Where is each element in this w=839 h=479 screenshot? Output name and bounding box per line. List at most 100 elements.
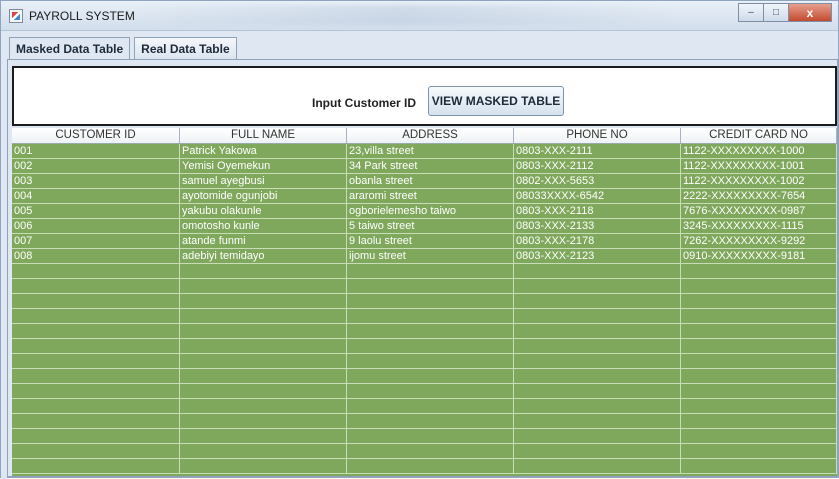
cell-full-name[interactable]: adebiyi temidayo (180, 249, 347, 263)
cell-full-name[interactable]: samuel ayegbusi (180, 174, 347, 188)
cell-customer-id[interactable]: 006 (12, 219, 180, 233)
cell-credit-card-no[interactable] (681, 354, 837, 368)
column-header-customer-id[interactable]: CUSTOMER ID (12, 128, 180, 143)
cell-credit-card-no[interactable]: 2222-XXXXXXXXX-7654 (681, 189, 837, 203)
cell-address[interactable] (347, 369, 514, 383)
empty-table-row[interactable] (12, 324, 837, 339)
cell-customer-id[interactable] (12, 429, 180, 443)
cell-phone-no[interactable]: 0803-XXX-2178 (514, 234, 681, 248)
cell-full-name[interactable] (180, 444, 347, 458)
cell-customer-id[interactable] (12, 369, 180, 383)
cell-credit-card-no[interactable] (681, 339, 837, 353)
empty-table-row[interactable] (12, 279, 837, 294)
cell-address[interactable] (347, 414, 514, 428)
cell-credit-card-no[interactable] (681, 294, 837, 308)
cell-customer-id[interactable] (12, 459, 180, 473)
cell-phone-no[interactable] (514, 429, 681, 443)
cell-phone-no[interactable] (514, 444, 681, 458)
cell-full-name[interactable] (180, 414, 347, 428)
cell-credit-card-no[interactable]: 1122-XXXXXXXXX-1002 (681, 174, 837, 188)
cell-full-name[interactable]: Yemisi Oyemekun (180, 159, 347, 173)
cell-address[interactable] (347, 309, 514, 323)
cell-full-name[interactable]: omotosho kunle (180, 219, 347, 233)
cell-phone-no[interactable] (514, 384, 681, 398)
cell-credit-card-no[interactable] (681, 369, 837, 383)
cell-credit-card-no[interactable] (681, 384, 837, 398)
cell-customer-id[interactable] (12, 294, 180, 308)
cell-customer-id[interactable] (12, 414, 180, 428)
cell-full-name[interactable] (180, 429, 347, 443)
cell-address[interactable] (347, 444, 514, 458)
close-button[interactable]: x (788, 3, 832, 22)
cell-full-name[interactable] (180, 309, 347, 323)
cell-customer-id[interactable]: 002 (12, 159, 180, 173)
cell-phone-no[interactable]: 0803-XXX-2123 (514, 249, 681, 263)
cell-address[interactable] (347, 354, 514, 368)
cell-customer-id[interactable] (12, 279, 180, 293)
table-row[interactable]: 008 adebiyi temidayo ijomu street 0803-XXX-… (12, 249, 837, 264)
cell-credit-card-no[interactable]: 3245-XXXXXXXXX-1115 (681, 219, 837, 233)
table-row[interactable]: 001 Patrick Yakowa 23,villa street 0803-XXX… (12, 144, 837, 159)
empty-table-row[interactable] (12, 429, 837, 444)
cell-full-name[interactable]: yakubu olakunle (180, 204, 347, 218)
cell-credit-card-no[interactable]: 1122-XXXXXXXXX-1001 (681, 159, 837, 173)
cell-customer-id[interactable]: 005 (12, 204, 180, 218)
cell-full-name[interactable] (180, 369, 347, 383)
cell-customer-id[interactable]: 004 (12, 189, 180, 203)
column-header-address[interactable]: ADDRESS (347, 128, 514, 143)
empty-table-row[interactable] (12, 399, 837, 414)
cell-phone-no[interactable] (514, 339, 681, 353)
cell-phone-no[interactable] (514, 459, 681, 473)
cell-address[interactable] (347, 324, 514, 338)
cell-address[interactable] (347, 279, 514, 293)
cell-address[interactable] (347, 339, 514, 353)
tab-real-data-table[interactable]: Real Data Table (134, 37, 237, 59)
cell-full-name[interactable] (180, 384, 347, 398)
cell-customer-id[interactable] (12, 324, 180, 338)
cell-credit-card-no[interactable] (681, 444, 837, 458)
empty-table-row[interactable] (12, 309, 837, 324)
cell-credit-card-no[interactable] (681, 324, 837, 338)
cell-address[interactable]: ogborielemesho taiwo (347, 204, 514, 218)
empty-table-row[interactable] (12, 294, 837, 309)
cell-address[interactable] (347, 459, 514, 473)
cell-full-name[interactable]: ayotomide ogunjobi (180, 189, 347, 203)
cell-address[interactable]: obanla street (347, 174, 514, 188)
cell-phone-no[interactable]: 0803-XXX-2133 (514, 219, 681, 233)
cell-full-name[interactable] (180, 264, 347, 278)
cell-phone-no[interactable] (514, 369, 681, 383)
cell-customer-id[interactable]: 008 (12, 249, 180, 263)
cell-customer-id[interactable] (12, 399, 180, 413)
cell-customer-id[interactable]: 001 (12, 144, 180, 158)
cell-phone-no[interactable] (514, 309, 681, 323)
cell-customer-id[interactable] (12, 354, 180, 368)
cell-credit-card-no[interactable] (681, 264, 837, 278)
cell-address[interactable]: araromi street (347, 189, 514, 203)
cell-full-name[interactable] (180, 354, 347, 368)
cell-customer-id[interactable] (12, 444, 180, 458)
cell-full-name[interactable]: Patrick Yakowa (180, 144, 347, 158)
cell-credit-card-no[interactable]: 1122-XXXXXXXXX-1000 (681, 144, 837, 158)
cell-customer-id[interactable] (12, 384, 180, 398)
empty-table-row[interactable] (12, 354, 837, 369)
cell-address[interactable]: ijomu street (347, 249, 514, 263)
table-row[interactable]: 002 Yemisi Oyemekun 34 Park street 0803-XXX… (12, 159, 837, 174)
cell-phone-no[interactable]: 0803-XXX-2112 (514, 159, 681, 173)
cell-customer-id[interactable] (12, 339, 180, 353)
cell-credit-card-no[interactable] (681, 309, 837, 323)
cell-credit-card-no[interactable]: 7676-XXXXXXXXX-0987 (681, 204, 837, 218)
cell-phone-no[interactable] (514, 414, 681, 428)
cell-full-name[interactable] (180, 339, 347, 353)
cell-credit-card-no[interactable] (681, 279, 837, 293)
cell-address[interactable] (347, 294, 514, 308)
table-row[interactable]: 007 atande funmi 9 laolu street 0803-XXX-21… (12, 234, 837, 249)
cell-phone-no[interactable]: 0803-XXX-2118 (514, 204, 681, 218)
empty-table-row[interactable] (12, 264, 837, 279)
table-row[interactable]: 006 omotosho kunle 5 taiwo street 0803-XXX-… (12, 219, 837, 234)
cell-credit-card-no[interactable] (681, 414, 837, 428)
cell-credit-card-no[interactable] (681, 459, 837, 473)
cell-address[interactable]: 34 Park street (347, 159, 514, 173)
cell-phone-no[interactable] (514, 264, 681, 278)
column-header-credit-card-no[interactable]: CREDIT CARD NO (681, 128, 837, 143)
column-header-full-name[interactable]: FULL NAME (180, 128, 347, 143)
